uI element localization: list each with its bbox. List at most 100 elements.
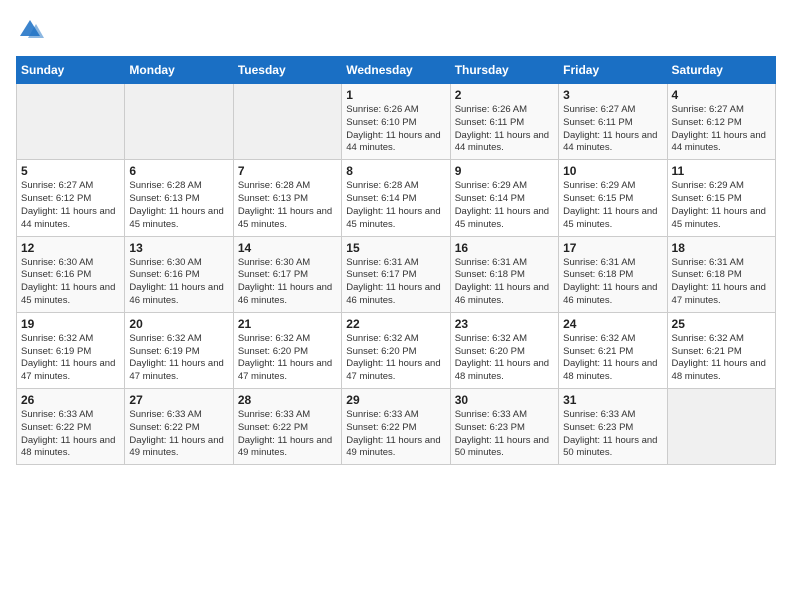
weekday-header-monday: Monday — [125, 57, 233, 84]
calendar-cell: 22 Sunrise: 6:32 AM Sunset: 6:20 PM Dayli… — [342, 312, 450, 388]
calendar-cell — [667, 389, 775, 465]
day-info: Sunrise: 6:32 AM Sunset: 6:19 PM Dayligh… — [21, 333, 120, 384]
day-info: Sunrise: 6:33 AM Sunset: 6:22 PM Dayligh… — [129, 409, 228, 460]
day-number: 29 — [346, 393, 445, 407]
calendar-cell: 10 Sunrise: 6:29 AM Sunset: 6:15 PM Dayli… — [559, 160, 667, 236]
calendar-cell: 13 Sunrise: 6:30 AM Sunset: 6:16 PM Dayli… — [125, 236, 233, 312]
day-number: 15 — [346, 241, 445, 255]
weekday-header-tuesday: Tuesday — [233, 57, 341, 84]
day-info: Sunrise: 6:33 AM Sunset: 6:22 PM Dayligh… — [238, 409, 337, 460]
day-number: 30 — [455, 393, 554, 407]
day-info: Sunrise: 6:30 AM Sunset: 6:17 PM Dayligh… — [238, 257, 337, 308]
day-info: Sunrise: 6:31 AM Sunset: 6:18 PM Dayligh… — [563, 257, 662, 308]
day-number: 22 — [346, 317, 445, 331]
calendar-cell: 3 Sunrise: 6:27 AM Sunset: 6:11 PM Daylig… — [559, 84, 667, 160]
calendar-table: SundayMondayTuesdayWednesdayThursdayFrid… — [16, 56, 776, 465]
day-number: 21 — [238, 317, 337, 331]
day-number: 8 — [346, 164, 445, 178]
calendar-cell: 15 Sunrise: 6:31 AM Sunset: 6:17 PM Dayli… — [342, 236, 450, 312]
day-info: Sunrise: 6:26 AM Sunset: 6:11 PM Dayligh… — [455, 104, 554, 155]
calendar-cell: 31 Sunrise: 6:33 AM Sunset: 6:23 PM Dayli… — [559, 389, 667, 465]
day-number: 12 — [21, 241, 120, 255]
calendar-cell: 29 Sunrise: 6:33 AM Sunset: 6:22 PM Dayli… — [342, 389, 450, 465]
calendar-cell: 25Sunrise: 6:32 AM Sunset: 6:21 PM Dayli… — [667, 312, 775, 388]
weekday-header-sunday: Sunday — [17, 57, 125, 84]
day-number: 1 — [346, 88, 445, 102]
calendar-cell: 9 Sunrise: 6:29 AM Sunset: 6:14 PM Daylig… — [450, 160, 558, 236]
day-info: Sunrise: 6:31 AM Sunset: 6:18 PM Dayligh… — [455, 257, 554, 308]
calendar-cell — [233, 84, 341, 160]
day-number: 24 — [563, 317, 662, 331]
day-number: 27 — [129, 393, 228, 407]
day-number: 11 — [672, 164, 771, 178]
day-info: Sunrise: 6:32 AM Sunset: 6:20 PM Dayligh… — [455, 333, 554, 384]
day-number: 7 — [238, 164, 337, 178]
day-info: Sunrise: 6:28 AM Sunset: 6:13 PM Dayligh… — [129, 180, 228, 231]
calendar-cell: 16 Sunrise: 6:31 AM Sunset: 6:18 PM Dayli… — [450, 236, 558, 312]
calendar-cell: 6Sunrise: 6:28 AM Sunset: 6:13 PM Daylig… — [125, 160, 233, 236]
day-info: Sunrise: 6:29 AM Sunset: 6:14 PM Dayligh… — [455, 180, 554, 231]
day-number: 9 — [455, 164, 554, 178]
day-info: Sunrise: 6:33 AM Sunset: 6:22 PM Dayligh… — [21, 409, 120, 460]
weekday-header-thursday: Thursday — [450, 57, 558, 84]
calendar-cell: 24 Sunrise: 6:32 AM Sunset: 6:21 PM Dayli… — [559, 312, 667, 388]
calendar-cell: 27 Sunrise: 6:33 AM Sunset: 6:22 PM Dayli… — [125, 389, 233, 465]
calendar-cell: 30 Sunrise: 6:33 AM Sunset: 6:23 PM Dayli… — [450, 389, 558, 465]
calendar-cell: 28 Sunrise: 6:33 AM Sunset: 6:22 PM Dayli… — [233, 389, 341, 465]
calendar-cell: 11 Sunrise: 6:29 AM Sunset: 6:15 PM Dayli… — [667, 160, 775, 236]
day-info: Sunrise: 6:33 AM Sunset: 6:22 PM Dayligh… — [346, 409, 445, 460]
day-number: 23 — [455, 317, 554, 331]
weekday-header-saturday: Saturday — [667, 57, 775, 84]
day-info: Sunrise: 6:33 AM Sunset: 6:23 PM Dayligh… — [455, 409, 554, 460]
day-number: 10 — [563, 164, 662, 178]
day-info: Sunrise: 6:29 AM Sunset: 6:15 PM Dayligh… — [563, 180, 662, 231]
day-info: Sunrise: 6:28 AM Sunset: 6:13 PM Dayligh… — [238, 180, 337, 231]
day-info: Sunrise: 6:32 AM Sunset: 6:20 PM Dayligh… — [346, 333, 445, 384]
calendar-cell: 12Sunrise: 6:30 AM Sunset: 6:16 PM Dayli… — [17, 236, 125, 312]
day-number: 26 — [21, 393, 120, 407]
calendar-cell: 26 Sunrise: 6:33 AM Sunset: 6:22 PM Dayli… — [17, 389, 125, 465]
day-number: 2 — [455, 88, 554, 102]
day-info: Sunrise: 6:27 AM Sunset: 6:11 PM Dayligh… — [563, 104, 662, 155]
day-number: 5 — [21, 164, 120, 178]
day-number: 13 — [129, 241, 228, 255]
day-number: 14 — [238, 241, 337, 255]
day-info: Sunrise: 6:27 AM Sunset: 6:12 PM Dayligh… — [21, 180, 120, 231]
calendar-cell: 17 Sunrise: 6:31 AM Sunset: 6:18 PM Dayli… — [559, 236, 667, 312]
calendar-cell: 8 Sunrise: 6:28 AM Sunset: 6:14 PM Daylig… — [342, 160, 450, 236]
day-number: 31 — [563, 393, 662, 407]
day-number: 16 — [455, 241, 554, 255]
page-header — [16, 16, 776, 44]
day-info: Sunrise: 6:32 AM Sunset: 6:21 PM Dayligh… — [563, 333, 662, 384]
calendar-cell: 2 Sunrise: 6:26 AM Sunset: 6:11 PM Daylig… — [450, 84, 558, 160]
day-number: 28 — [238, 393, 337, 407]
calendar-cell: 5 Sunrise: 6:27 AM Sunset: 6:12 PM Daylig… — [17, 160, 125, 236]
day-number: 19 — [21, 317, 120, 331]
calendar-cell: 20 Sunrise: 6:32 AM Sunset: 6:19 PM Dayli… — [125, 312, 233, 388]
day-info: Sunrise: 6:32 AM Sunset: 6:19 PM Dayligh… — [129, 333, 228, 384]
calendar-cell: 4 Sunrise: 6:27 AM Sunset: 6:12 PM Daylig… — [667, 84, 775, 160]
logo-icon — [16, 16, 44, 44]
day-info: Sunrise: 6:32 AM Sunset: 6:21 PM Dayligh… — [672, 333, 771, 384]
day-info: Sunrise: 6:29 AM Sunset: 6:15 PM Dayligh… — [672, 180, 771, 231]
calendar-cell: 7 Sunrise: 6:28 AM Sunset: 6:13 PM Daylig… — [233, 160, 341, 236]
day-number: 20 — [129, 317, 228, 331]
calendar-cell: 21Sunrise: 6:32 AM Sunset: 6:20 PM Dayli… — [233, 312, 341, 388]
day-info: Sunrise: 6:27 AM Sunset: 6:12 PM Dayligh… — [672, 104, 771, 155]
day-number: 4 — [672, 88, 771, 102]
day-number: 18 — [672, 241, 771, 255]
weekday-header-wednesday: Wednesday — [342, 57, 450, 84]
calendar-cell: 23 Sunrise: 6:32 AM Sunset: 6:20 PM Dayli… — [450, 312, 558, 388]
day-number: 17 — [563, 241, 662, 255]
day-info: Sunrise: 6:31 AM Sunset: 6:17 PM Dayligh… — [346, 257, 445, 308]
calendar-cell: 1Sunrise: 6:26 AM Sunset: 6:10 PM Daylig… — [342, 84, 450, 160]
calendar-cell: 18 Sunrise: 6:31 AM Sunset: 6:18 PM Dayli… — [667, 236, 775, 312]
day-info: Sunrise: 6:31 AM Sunset: 6:18 PM Dayligh… — [672, 257, 771, 308]
day-info: Sunrise: 6:28 AM Sunset: 6:14 PM Dayligh… — [346, 180, 445, 231]
day-info: Sunrise: 6:33 AM Sunset: 6:23 PM Dayligh… — [563, 409, 662, 460]
weekday-header-friday: Friday — [559, 57, 667, 84]
calendar-cell: 19 Sunrise: 6:32 AM Sunset: 6:19 PM Dayli… — [17, 312, 125, 388]
calendar-cell — [125, 84, 233, 160]
day-number: 3 — [563, 88, 662, 102]
day-info: Sunrise: 6:30 AM Sunset: 6:16 PM Dayligh… — [129, 257, 228, 308]
